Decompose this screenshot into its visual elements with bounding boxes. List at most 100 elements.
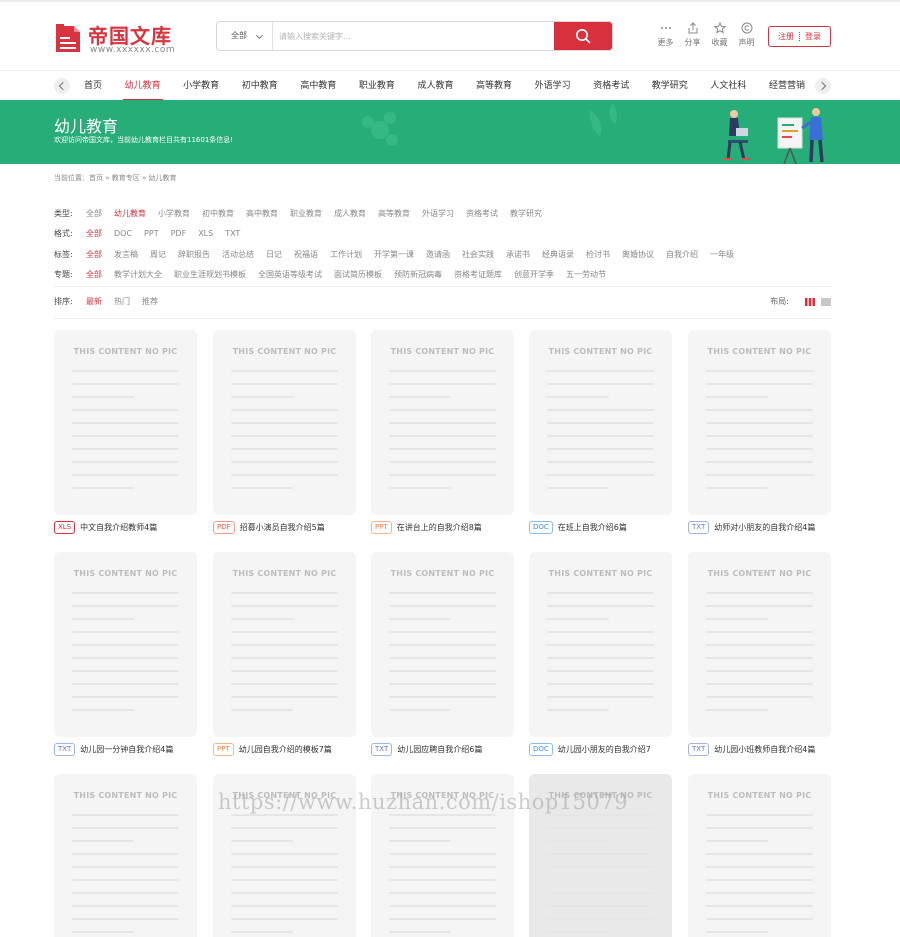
filter-option[interactable]: 教学计划大全	[114, 269, 162, 280]
filter-option[interactable]: TXT	[225, 229, 240, 238]
nav-item[interactable]: 幼儿教育	[122, 71, 163, 101]
filter-option[interactable]: 职业生涯规划书模板	[174, 269, 246, 280]
filter-option[interactable]: 经典语录	[542, 249, 574, 260]
document-card[interactable]: THIS CONTENT NO PIC TXT 幼师对小朋友的自我介绍4篇	[688, 330, 831, 534]
document-thumbnail[interactable]: THIS CONTENT NO PIC	[688, 552, 831, 737]
filter-option[interactable]: 一年级	[710, 249, 734, 260]
search-input[interactable]	[279, 22, 549, 50]
document-card[interactable]: THIS CONTENT NO PIC TXT 幼儿园小班教师自我介绍4篇	[688, 552, 831, 756]
filter-option[interactable]: 离婚协议	[622, 249, 654, 260]
filter-option[interactable]: DOC	[114, 229, 132, 238]
document-card[interactable]: THIS CONTENT NO PIC PDF 招募小演员自我介绍5篇	[213, 330, 356, 534]
filter-option[interactable]: 活动总结	[222, 249, 254, 260]
nav-item[interactable]: 职业教育	[357, 71, 397, 101]
sort-option[interactable]: 热门	[114, 296, 130, 307]
document-thumbnail[interactable]: THIS CONTENT NO PIC	[529, 330, 672, 515]
filter-option[interactable]: XLS	[198, 229, 213, 238]
filter-option[interactable]: 全部	[86, 269, 102, 280]
nav-item[interactable]: 小学教育	[181, 71, 221, 101]
document-title-link[interactable]: 幼儿园小班教师自我介绍4篇	[714, 744, 815, 755]
filter-option[interactable]: 全部	[86, 228, 102, 239]
filter-option[interactable]: 预防新冠病毒	[394, 269, 442, 280]
filter-option[interactable]: 周记	[150, 249, 166, 260]
filter-option[interactable]: 自我介绍	[666, 249, 698, 260]
filter-option[interactable]: 祝福语	[294, 249, 318, 260]
favorite-button[interactable]: 收藏	[706, 22, 733, 48]
filter-option[interactable]: 教学研究	[510, 208, 542, 219]
statement-button[interactable]: 声明	[733, 22, 760, 48]
filter-option[interactable]: 成人教育	[334, 208, 366, 219]
document-title-link[interactable]: 幼儿园一分钟自我介绍4篇	[80, 744, 173, 755]
nav-item[interactable]: 教学研究	[650, 71, 690, 101]
document-thumbnail[interactable]: THIS CONTENT NO PIC	[529, 552, 672, 737]
filter-option[interactable]: 全国英语等级考试	[258, 269, 322, 280]
filter-option[interactable]: 幼儿教育	[114, 208, 146, 219]
filter-option[interactable]: 高等教育	[378, 208, 410, 219]
document-card[interactable]: THIS CONTENT NO PIC	[54, 774, 197, 937]
filter-option[interactable]: 面试简历模板	[334, 269, 382, 280]
nav-item[interactable]: 人文社科	[708, 71, 748, 101]
filter-option[interactable]: 承诺书	[506, 249, 530, 260]
document-title-link[interactable]: 幼儿园小朋友的自我介绍7	[558, 744, 651, 755]
grid-view-icon[interactable]	[805, 297, 815, 306]
document-thumbnail[interactable]: THIS CONTENT NO PIC	[688, 774, 831, 937]
document-thumbnail[interactable]: THIS CONTENT NO PIC	[688, 330, 831, 515]
filter-option[interactable]: 日记	[266, 249, 282, 260]
share-button[interactable]: 分享	[679, 22, 706, 48]
filter-option[interactable]: 发言稿	[114, 249, 138, 260]
filter-option[interactable]: 开学第一课	[374, 249, 414, 260]
filter-option[interactable]: 邀请函	[426, 249, 450, 260]
document-thumbnail[interactable]: THIS CONTENT NO PIC	[371, 330, 514, 515]
filter-option[interactable]: 资格考试	[466, 208, 498, 219]
list-view-icon[interactable]	[821, 297, 831, 306]
nav-item[interactable]: 经营营销	[767, 71, 807, 101]
document-title-link[interactable]: 幼儿园自我介绍的模板7篇	[239, 744, 332, 755]
nav-item[interactable]: 初中教育	[240, 71, 280, 101]
filter-option[interactable]: 外语学习	[422, 208, 454, 219]
nav-item[interactable]: 成人教育	[415, 71, 455, 101]
filter-option[interactable]: 创意开学季	[514, 269, 554, 280]
document-card[interactable]: THIS CONTENT NO PIC TXT 幼儿园一分钟自我介绍4篇	[54, 552, 197, 756]
search-button[interactable]	[554, 22, 612, 50]
filter-option[interactable]: 全部	[86, 249, 102, 260]
filter-option[interactable]: 全部	[86, 208, 102, 219]
filter-option[interactable]: 资格考证题库	[454, 269, 502, 280]
login-link[interactable]: 登录	[805, 31, 821, 42]
document-card[interactable]: THIS CONTENT NO PIC PPT 幼儿园自我介绍的模板7篇	[213, 552, 356, 756]
document-card[interactable]: THIS CONTENT NO PIC XLS 中文自我介绍教师4篇	[54, 330, 197, 534]
more-button[interactable]: 更多	[652, 22, 679, 48]
document-title-link[interactable]: 中文自我介绍教师4篇	[80, 522, 157, 533]
filter-option[interactable]: 初中教育	[202, 208, 234, 219]
document-title-link[interactable]: 招募小演员自我介绍5篇	[240, 522, 325, 533]
document-card[interactable]: THIS CONTENT NO PIC PPT 在讲台上的自我介绍8篇	[371, 330, 514, 534]
filter-option[interactable]: 五一劳动节	[566, 269, 606, 280]
search-scope-select[interactable]: 全部	[217, 22, 273, 50]
nav-item[interactable]: 高等教育	[474, 71, 514, 101]
filter-option[interactable]: 社会实践	[462, 249, 494, 260]
sort-option[interactable]: 推荐	[142, 296, 158, 307]
document-card[interactable]: THIS CONTENT NO PIC TXT 幼儿园应聘自我介绍6篇	[371, 552, 514, 756]
filter-option[interactable]: 辞职报告	[178, 249, 210, 260]
document-thumbnail[interactable]: THIS CONTENT NO PIC	[213, 330, 356, 515]
register-link[interactable]: 注册	[778, 31, 794, 42]
filter-option[interactable]: PPT	[144, 229, 159, 238]
filter-option[interactable]: 高中教育	[246, 208, 278, 219]
filter-option[interactable]: 工作计划	[330, 249, 362, 260]
document-title-link[interactable]: 在班上自我介绍6篇	[558, 522, 627, 533]
document-title-link[interactable]: 在讲台上的自我介绍8篇	[397, 522, 482, 533]
document-card[interactable]: THIS CONTENT NO PIC DOC 在班上自我介绍6篇	[529, 330, 672, 534]
nav-item[interactable]: 资格考试	[591, 71, 631, 101]
nav-prev-arrow-icon[interactable]	[54, 78, 70, 94]
document-title-link[interactable]: 幼师对小朋友的自我介绍4篇	[714, 522, 815, 533]
nav-next-arrow-icon[interactable]	[815, 78, 831, 94]
filter-option[interactable]: 小学教育	[158, 208, 190, 219]
filter-option[interactable]: 职业教育	[290, 208, 322, 219]
nav-item[interactable]: 外语学习	[533, 71, 573, 101]
document-thumbnail[interactable]: THIS CONTENT NO PIC	[213, 552, 356, 737]
document-thumbnail[interactable]: THIS CONTENT NO PIC	[54, 774, 197, 937]
document-title-link[interactable]: 幼儿园应聘自我介绍6篇	[397, 744, 482, 755]
filter-option[interactable]: PDF	[171, 229, 187, 238]
site-logo[interactable]: 帝国文库 www.xxxxxx.com	[54, 20, 184, 60]
nav-item[interactable]: 首页	[82, 71, 104, 101]
document-card[interactable]: THIS CONTENT NO PIC	[688, 774, 831, 937]
